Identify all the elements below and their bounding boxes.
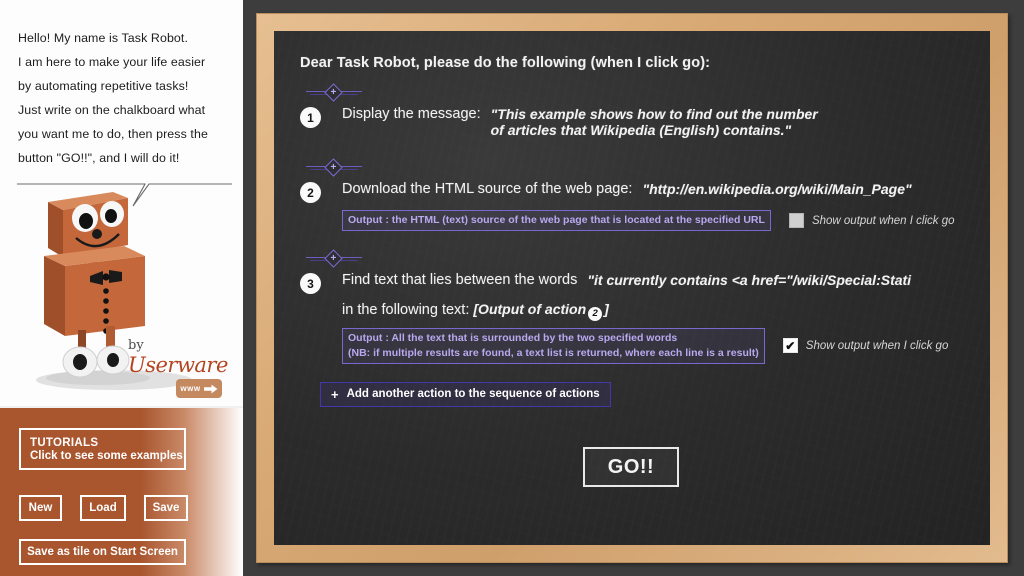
action-2-value[interactable]: "http://en.wikipedia.org/wiki/Main_Page": [642, 181, 911, 197]
plus-diamond-icon[interactable]: +: [324, 249, 343, 268]
go-button-label: GO!!: [607, 455, 655, 478]
action-3-value[interactable]: "it currently contains <a href="/wiki/Sp…: [587, 272, 911, 288]
action-2-output-row: Output : the HTML (text) source of the w…: [342, 210, 990, 231]
tutorials-subtitle: Click to see some examples: [30, 449, 183, 462]
action-2-checkbox-label: Show output when I click go: [811, 214, 955, 227]
chalkboard-inner-frame: Dear Task Robot, please do the following…: [274, 31, 990, 545]
action-3-sub-label: in the following text:: [342, 302, 470, 318]
intro-line-2: I am here to make your life easier: [18, 55, 206, 69]
www-link-button[interactable]: www: [176, 379, 222, 398]
app-window: Hello! My name is Task Robot. I am here …: [0, 0, 1024, 576]
action-3-checkbox-label: Show output when I click go: [805, 339, 949, 352]
action-3-checkbox-icon[interactable]: ✔: [782, 338, 798, 353]
arrow-right-icon: [203, 384, 217, 393]
chalkboard-frame: Dear Task Robot, please do the following…: [256, 13, 1008, 563]
action-2-output-box: Output : the HTML (text) source of the w…: [342, 210, 771, 231]
branding-company-name: Userware: [128, 353, 228, 377]
add-action-separator-1[interactable]: +: [306, 83, 362, 102]
action-1-label: Display the message:: [342, 106, 481, 122]
add-action-plus-icon: +: [331, 386, 339, 402]
board-title: Dear Task Robot, please do the following…: [300, 55, 711, 71]
new-button[interactable]: New: [19, 495, 62, 521]
intro-line-4: Just write on the chalkboard what: [18, 103, 206, 117]
branding-signature: by Userware: [128, 338, 243, 377]
save-as-tile-label: Save as tile on Start Screen: [27, 546, 178, 558]
action-3-output-row: Output : All the text that is surrounded…: [342, 327, 990, 364]
action-3-label: Find text that lies between the words: [342, 272, 578, 288]
left-panel: Hello! My name is Task Robot. I am here …: [0, 0, 243, 576]
action-3-sub-value[interactable]: [Output of action 2]: [473, 301, 609, 321]
save-button[interactable]: Save: [144, 495, 188, 521]
action-3-output-line-2: (NB: if multiple results are found, a te…: [348, 346, 759, 359]
action-3-number-badge: 3: [300, 273, 321, 294]
action-3-sub-value-close: ]: [604, 301, 609, 317]
action-row-3[interactable]: 3 Find text that lies between the words …: [300, 272, 990, 364]
action-1-value-line-1: "This example shows how to find out the …: [490, 106, 818, 122]
action-1-head: 1 Display the message: "This example sho…: [300, 106, 990, 138]
action-2-label: Download the HTML source of the web page…: [342, 181, 633, 197]
action-3-show-output-toggle[interactable]: ✔ Show output when I click go: [782, 338, 949, 353]
action-2-output-line-1: Output : the HTML (text) source of the w…: [348, 214, 765, 226]
branding-by-label: by: [128, 338, 144, 353]
add-action-separator-2[interactable]: +: [306, 158, 362, 177]
go-button[interactable]: GO!!: [583, 447, 679, 487]
action-3-sub-value-open: [Output of action: [473, 301, 587, 317]
action-2-number-badge: 2: [300, 182, 321, 203]
action-3-sub-row: in the following text: [Output of action…: [342, 301, 990, 321]
add-another-action-button[interactable]: + Add another action to the sequence of …: [320, 381, 611, 407]
action-3-output-line-1: Output : All the text that is surrounded…: [348, 331, 678, 344]
load-label: Load: [89, 502, 117, 514]
add-action-label: Add another action to the sequence of ac…: [346, 388, 600, 400]
save-label: Save: [152, 502, 180, 514]
plus-diamond-icon[interactable]: +: [324, 83, 343, 102]
separator-plus-glyph: +: [330, 161, 337, 173]
intro-line-1: Hello! My name is Task Robot.: [18, 31, 189, 45]
action-2-head: 2 Download the HTML source of the web pa…: [300, 181, 990, 203]
plus-diamond-icon[interactable]: +: [324, 158, 343, 177]
action-1-number-badge: 1: [300, 107, 321, 128]
tutorials-button[interactable]: TUTORIALS Click to see some examples: [19, 428, 186, 470]
intro-line-5: you want me to do, then press the: [18, 127, 208, 141]
chalkboard-surface[interactable]: Dear Task Robot, please do the following…: [274, 31, 990, 545]
separator-plus-glyph: +: [330, 86, 337, 98]
chalkboard-content: Dear Task Robot, please do the following…: [274, 31, 990, 407]
action-1-value[interactable]: "This example shows how to find out the …: [491, 106, 818, 138]
action-2-show-output-toggle[interactable]: Show output when I click go: [788, 213, 955, 228]
save-as-tile-button[interactable]: Save as tile on Start Screen: [19, 539, 186, 565]
robot-speech-bubble: Hello! My name is Task Robot. I am here …: [0, 26, 243, 192]
action-row-2[interactable]: 2 Download the HTML source of the web pa…: [300, 181, 990, 231]
load-button[interactable]: Load: [80, 495, 126, 521]
action-3-referenced-action-badge: 2: [588, 306, 603, 321]
action-1-value-line-2: of articles that Wikipedia (English) con…: [490, 122, 792, 138]
action-3-head: 3 Find text that lies between the words …: [300, 272, 990, 294]
action-row-1[interactable]: 1 Display the message: "This example sho…: [300, 106, 990, 138]
separator-plus-glyph: +: [330, 252, 337, 264]
www-label: www: [180, 384, 201, 393]
action-2-checkbox-icon[interactable]: [788, 213, 804, 228]
intro-line-6: button "GO!!", and I will do it!: [18, 151, 180, 165]
tutorials-title: TUTORIALS: [30, 436, 99, 449]
intro-line-3: by automating repetitive tasks!: [18, 79, 189, 93]
file-actions-panel: TUTORIALS Click to see some examples New…: [0, 406, 243, 576]
new-label: New: [28, 502, 53, 514]
action-3-output-box: Output : All the text that is surrounded…: [342, 327, 765, 364]
add-action-separator-3[interactable]: +: [306, 249, 362, 268]
